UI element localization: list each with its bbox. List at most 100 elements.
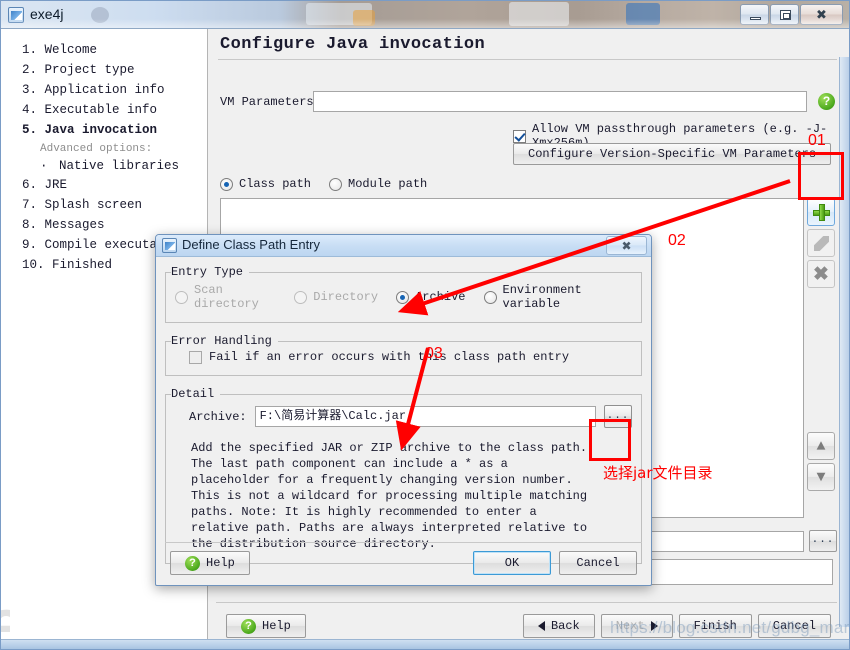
minimize-button[interactable] xyxy=(740,4,769,25)
dialog-app-icon xyxy=(162,238,177,253)
fail-on-error-row[interactable]: Fail if an error occurs with this class … xyxy=(175,346,632,366)
group-border-left xyxy=(165,272,166,323)
app-icon xyxy=(8,7,24,23)
vertical-scrollbar[interactable] xyxy=(839,57,849,627)
window-controls: ✖ xyxy=(740,4,843,25)
sidebar-item-native-libraries[interactable]: · Native libraries xyxy=(10,157,207,175)
cancel-label: Cancel xyxy=(576,556,620,570)
step-number: 9. xyxy=(22,238,38,252)
step-label: Executable info xyxy=(44,103,158,117)
dialog-footer-divider xyxy=(165,542,642,543)
next-button[interactable]: Next xyxy=(600,614,673,638)
help-icon: ? xyxy=(241,618,256,634)
dialog-close-button[interactable]: ✖ xyxy=(606,236,647,255)
module-path-radio[interactable] xyxy=(329,177,343,191)
sidebar-item-java-invocation[interactable]: 5. Java invocation xyxy=(10,120,207,140)
vm-parameters-label: VM Parameters: xyxy=(220,95,321,109)
maximize-icon xyxy=(780,10,791,20)
scan-directory-label: Scan directory xyxy=(194,283,259,311)
step-number: 10. xyxy=(22,258,45,272)
sidebar-item-jre[interactable]: 6. JRE xyxy=(10,175,207,195)
group-border-left xyxy=(165,394,166,564)
vm-parameters-input[interactable] xyxy=(313,91,807,112)
sidebar-item-executable-info[interactable]: 4. Executable info xyxy=(10,100,207,120)
class-path-toolbar: ✖ xyxy=(807,198,837,291)
entry-type-legend: Entry Type xyxy=(171,265,250,279)
window-title: exe4j xyxy=(30,6,64,22)
back-button[interactable]: Back xyxy=(522,614,595,638)
dialog-help-label: Help xyxy=(206,556,235,570)
dialog-titlebar: Define Class Path Entry ✖ xyxy=(156,235,651,257)
fail-on-error-checkbox[interactable] xyxy=(189,350,202,364)
dialog-help-button[interactable]: ? Help xyxy=(170,551,250,575)
help-label: Help xyxy=(262,619,291,633)
configure-version-specific-vm-parameters-button[interactable]: Configure Version-Specific VM Parameters xyxy=(513,143,832,165)
move-down-button[interactable]: ▼ xyxy=(807,463,835,491)
horizontal-scrollbar[interactable] xyxy=(1,639,849,649)
fail-on-error-label: Fail if an error occurs with this class … xyxy=(209,350,570,364)
help-button[interactable]: ? Help xyxy=(226,614,306,638)
dialog-cancel-button[interactable]: Cancel xyxy=(559,551,637,575)
obscured-browse-button[interactable]: ... xyxy=(809,530,837,552)
step-label: Project type xyxy=(44,63,135,77)
entry-type-group: Entry Type Scan directory Directory Arch… xyxy=(165,265,642,323)
sidebar-item-application-info[interactable]: 3. Application info xyxy=(10,80,207,100)
archive-input[interactable]: F:\简易计算器\Calc.jar xyxy=(254,406,596,427)
dialog-title: Define Class Path Entry xyxy=(182,237,321,252)
edit-entry-button[interactable] xyxy=(807,229,835,257)
group-border-top xyxy=(165,394,642,395)
error-handling-group: Error Handling Fail if an error occurs w… xyxy=(165,334,642,376)
group-border-right xyxy=(641,394,642,564)
dialog-ok-button[interactable]: OK xyxy=(473,551,551,575)
step-label: Splash screen xyxy=(44,198,143,212)
passthrough-checkbox[interactable] xyxy=(513,129,526,143)
sidebar-item-project-type[interactable]: 2. Project type xyxy=(10,60,207,80)
step-number: 3. xyxy=(22,83,38,97)
cancel-label: Cancel xyxy=(772,619,816,633)
close-icon: ✖ xyxy=(621,238,632,253)
chevron-right-icon xyxy=(650,621,658,631)
title-divider xyxy=(218,59,837,60)
environment-variable-radio[interactable] xyxy=(483,290,497,304)
step-number: 2. xyxy=(22,63,38,77)
cancel-button[interactable]: Cancel xyxy=(757,614,831,638)
archive-radio[interactable] xyxy=(396,290,410,304)
sidebar-item-messages[interactable]: 8. Messages xyxy=(10,215,207,235)
directory-radio[interactable] xyxy=(294,290,308,304)
bullet-icon: · xyxy=(40,159,48,173)
scan-directory-radio[interactable] xyxy=(175,290,188,304)
archive-browse-button[interactable]: ... xyxy=(604,405,632,428)
back-label: Back xyxy=(550,619,580,633)
reorder-toolbar: ▲ ▼ xyxy=(807,432,837,494)
class-path-radio[interactable] xyxy=(220,177,233,191)
x-icon: ✖ xyxy=(813,263,829,285)
close-icon: ✖ xyxy=(816,6,827,22)
module-path-label: Module path xyxy=(348,177,428,191)
step-number: 5. xyxy=(22,123,38,137)
sidebar-item-splash-screen[interactable]: 7. Splash screen xyxy=(10,195,207,215)
remove-entry-button[interactable]: ✖ xyxy=(807,260,835,288)
minimize-icon xyxy=(750,17,761,20)
close-button[interactable]: ✖ xyxy=(800,4,843,25)
chevron-up-icon: ▲ xyxy=(816,437,826,455)
desktop-blur-blob xyxy=(91,7,109,23)
error-handling-legend: Error Handling xyxy=(171,334,278,348)
add-entry-button[interactable] xyxy=(807,198,835,226)
class-path-label: Class path xyxy=(239,177,312,191)
wizard-nav-buttons: Back Next Finish Cancel xyxy=(522,614,831,638)
sidebar-item-welcome[interactable]: 1. Welcome xyxy=(10,40,207,60)
page-title: Configure Java invocation xyxy=(220,35,486,54)
detail-group: Detail Archive: F:\简易计算器\Calc.jar ... Ad… xyxy=(165,387,642,564)
entry-type-radio-group: Scan directory Directory Archive Environ… xyxy=(175,277,632,313)
archive-label: Archive xyxy=(415,290,466,304)
step-number: 4. xyxy=(22,103,38,117)
help-icon[interactable]: ? xyxy=(818,93,835,110)
desktop-blur-blob xyxy=(509,2,569,26)
maximize-button[interactable] xyxy=(770,4,799,25)
step-label: Java invocation xyxy=(44,123,158,137)
ok-label: OK xyxy=(504,556,520,570)
finish-button[interactable]: Finish xyxy=(678,614,752,638)
archive-help-text: Add the specified JAR or ZIP archive to … xyxy=(191,441,588,551)
step-label: Messages xyxy=(44,218,105,232)
move-up-button[interactable]: ▲ xyxy=(807,432,835,460)
